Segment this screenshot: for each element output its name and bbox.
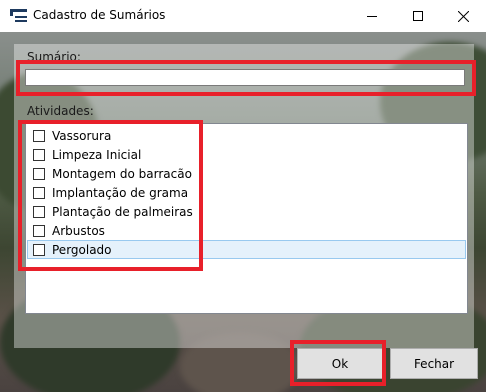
list-item-label: Plantação de palmeiras [52,204,193,219]
list-item[interactable]: Implantação de grama [27,183,466,202]
close-icon [457,10,469,22]
list-item-label: Limpeza Inicial [52,147,142,162]
checkbox[interactable] [33,243,45,256]
app-form-icon [10,9,27,22]
checkbox[interactable] [33,129,45,142]
ok-button[interactable]: Ok [297,348,383,379]
minimize-button[interactable] [349,0,395,32]
window-title: Cadastro de Sumários [33,8,166,22]
activities-list[interactable]: Vassorura Limpeza Inicial Montagem do ba… [25,123,468,314]
checkbox[interactable] [33,205,45,218]
list-item-label: Pergolado [52,242,112,257]
summary-input[interactable] [25,69,465,86]
list-item[interactable]: Vassorura [27,126,466,145]
activities-label: Atividades: [27,104,94,118]
list-item[interactable]: Montagem do barracão [27,164,466,183]
list-item-label: Arbustos [52,223,105,238]
title-bar: Cadastro de Sumários [0,0,486,33]
minimize-icon [367,16,377,17]
maximize-button[interactable] [395,0,441,32]
close-button[interactable] [440,0,486,32]
list-item-label: Implantação de grama [52,185,189,200]
maximize-icon [413,11,423,21]
checkbox[interactable] [33,224,45,237]
list-item-label: Montagem do barracão [52,166,192,181]
close-form-button[interactable]: Fechar [390,348,478,379]
list-item-label: Vassorura [52,128,112,143]
list-item[interactable]: Limpeza Inicial [27,145,466,164]
list-item[interactable]: Plantação de palmeiras [27,202,466,221]
checkbox[interactable] [33,167,45,180]
list-item-selected[interactable]: Pergolado [27,240,466,259]
checkbox[interactable] [33,186,45,199]
list-item[interactable]: Arbustos [27,221,466,240]
summary-label: Sumário: [27,50,81,64]
checkbox[interactable] [33,148,45,161]
